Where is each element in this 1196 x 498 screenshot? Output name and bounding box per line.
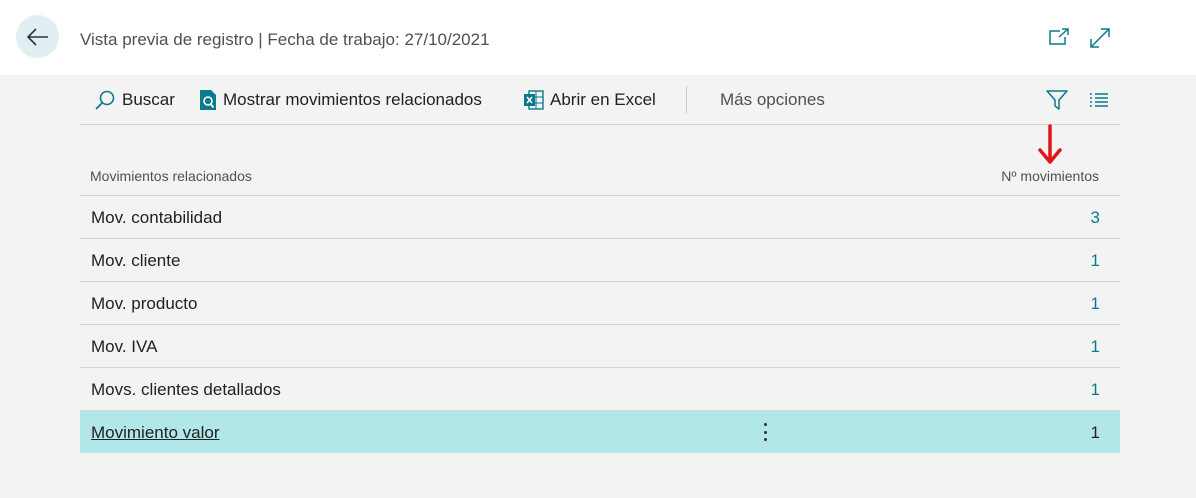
table-row[interactable]: Mov. cliente 1 (80, 239, 1120, 282)
row-count[interactable]: 1 (1091, 294, 1100, 314)
row-count[interactable]: 1 (1091, 337, 1100, 357)
row-name[interactable]: Movs. clientes detallados (91, 380, 281, 400)
row-count[interactable]: 1 (1091, 423, 1100, 443)
open-in-excel-button[interactable]: Abrir en Excel (524, 75, 656, 124)
search-icon (95, 90, 115, 110)
action-toolbar: Buscar Mostrar movimientos relacionados … (80, 75, 1120, 125)
more-options-label: Más opciones (720, 89, 825, 109)
row-name[interactable]: Mov. cliente (91, 251, 180, 271)
expand-icon[interactable] (1089, 27, 1111, 49)
back-button[interactable] (16, 15, 59, 58)
row-name-link[interactable]: Movimiento valor (91, 423, 220, 443)
column-header-entry-count[interactable]: Nº movimientos (1001, 168, 1099, 184)
page-header: Vista previa de registro | Fecha de trab… (0, 0, 1196, 75)
row-count[interactable]: 3 (1091, 208, 1100, 228)
list-view-icon[interactable] (1089, 92, 1109, 108)
page-title: Vista previa de registro | Fecha de trab… (80, 30, 490, 49)
search-label: Buscar (122, 89, 175, 109)
table-row[interactable]: Mov. IVA 1 (80, 325, 1120, 368)
more-options-button[interactable]: Más opciones (720, 75, 825, 124)
search-button[interactable]: Buscar (94, 75, 175, 124)
column-header-related-entries[interactable]: Movimientos relacionados (90, 168, 252, 184)
row-name[interactable]: Mov. contabilidad (91, 208, 222, 228)
related-entries-grid: Movimientos relacionados Nº movimientos … (80, 155, 1120, 453)
excel-icon (524, 89, 544, 110)
row-count[interactable]: 1 (1091, 251, 1100, 271)
table-row-selected[interactable]: Movimiento valor 1 (80, 411, 1120, 453)
table-row[interactable]: Mov. producto 1 (80, 282, 1120, 325)
grid-header: Movimientos relacionados Nº movimientos (80, 155, 1120, 196)
toolbar-divider (686, 86, 687, 113)
back-arrow-icon (26, 27, 48, 46)
open-excel-label: Abrir en Excel (550, 89, 656, 109)
row-name[interactable]: Mov. IVA (91, 337, 157, 357)
open-new-window-icon[interactable] (1048, 27, 1070, 47)
show-related-entries-button[interactable]: Mostrar movimientos relacionados (199, 75, 482, 124)
show-related-label: Mostrar movimientos relacionados (223, 89, 482, 109)
row-count[interactable]: 1 (1091, 380, 1100, 400)
filter-icon[interactable] (1046, 89, 1068, 111)
row-name[interactable]: Mov. producto (91, 294, 197, 314)
table-row[interactable]: Mov. contabilidad 3 (80, 196, 1120, 239)
row-actions-menu-icon[interactable] (760, 421, 770, 443)
table-row[interactable]: Movs. clientes detallados 1 (80, 368, 1120, 411)
document-search-icon (200, 89, 216, 110)
